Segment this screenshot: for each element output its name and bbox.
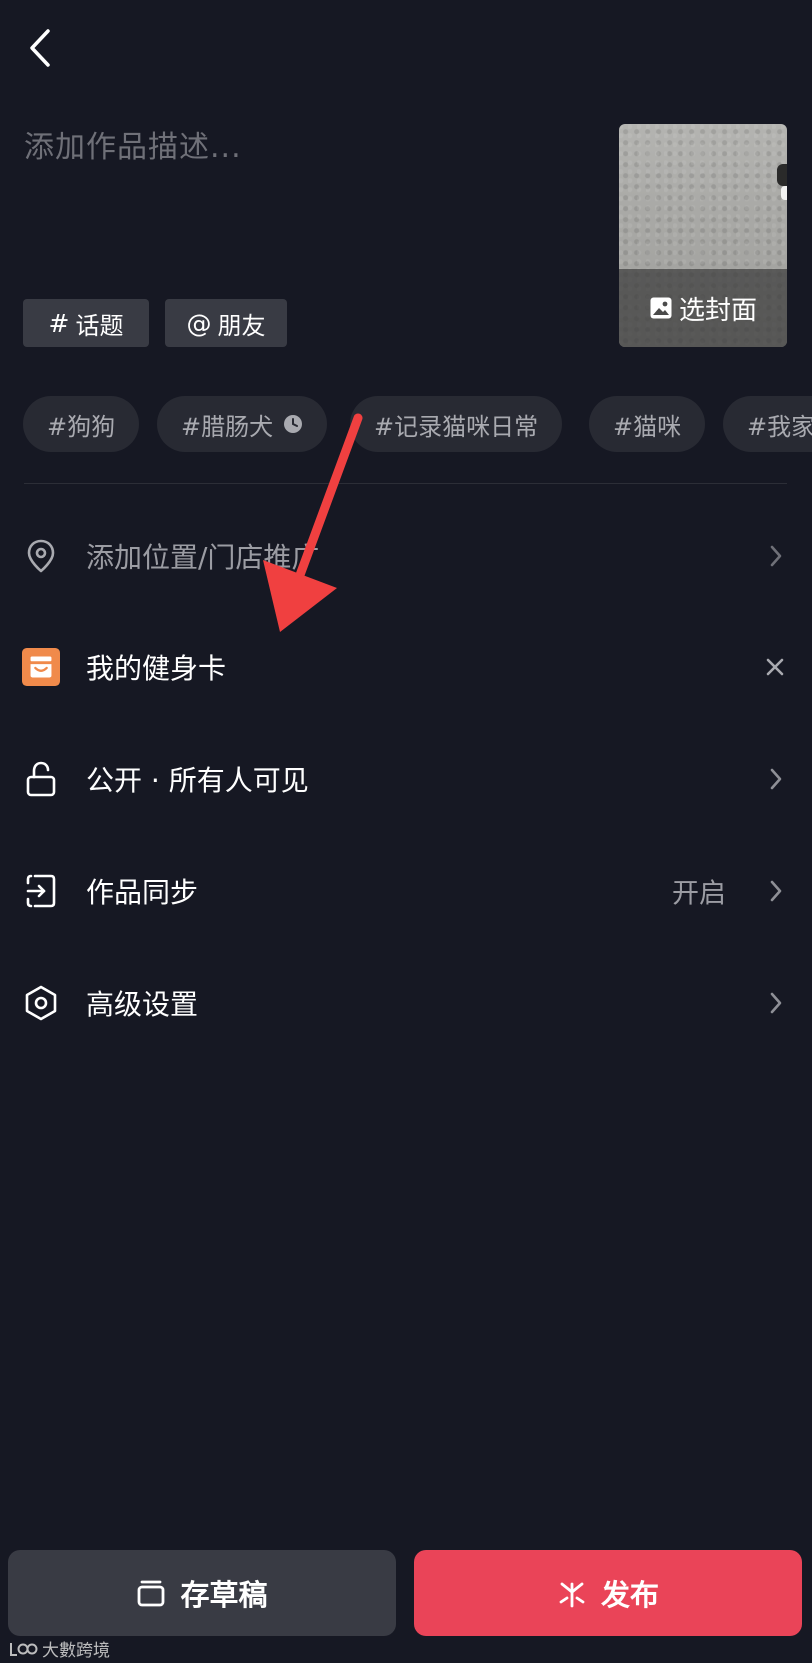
- at-icon: @: [186, 308, 212, 338]
- cover-label: 选封面: [678, 295, 757, 326]
- save-draft-label: 存草稿: [180, 1578, 268, 1612]
- publish-button[interactable]: 发布: [414, 1550, 802, 1636]
- work-sync-row[interactable]: 作品同步 开启: [0, 841, 812, 941]
- hashtag-label: #我家: [747, 412, 812, 441]
- visibility-label: 公开 · 所有人可见: [86, 764, 309, 797]
- save-draft-button[interactable]: 存草稿: [8, 1550, 396, 1636]
- watermark-logo-icon: [10, 1642, 38, 1656]
- advanced-settings-label: 高级设置: [86, 988, 199, 1021]
- description-input[interactable]: 添加作品描述...: [24, 122, 242, 166]
- sparkle-icon: [559, 1582, 585, 1608]
- chevron-right-icon: [766, 765, 786, 793]
- add-topic-label: 话题: [75, 311, 124, 340]
- watermark: 大數跨境: [8, 1636, 110, 1661]
- cover-overlay: 选封面: [619, 269, 787, 347]
- hashtag-suggestion[interactable]: #我家: [723, 396, 812, 452]
- back-button[interactable]: [18, 22, 62, 74]
- clock-icon: [284, 415, 303, 433]
- chevron-left-icon: [30, 29, 50, 67]
- cover-thumbnail-detail: [777, 164, 787, 186]
- divider: [24, 483, 787, 484]
- mention-friend-label: 朋友: [217, 311, 266, 340]
- work-sync-label: 作品同步: [86, 876, 199, 909]
- mention-friend-button[interactable]: @ 朋友: [165, 299, 287, 347]
- hashtag-suggestion[interactable]: #腊肠犬: [157, 396, 328, 452]
- unlock-icon: [22, 760, 60, 798]
- sync-icon: [22, 872, 60, 910]
- location-pin-icon: [22, 537, 60, 575]
- hashtag-label: #记录猫咪日常: [374, 412, 539, 441]
- publish-label: 发布: [600, 1578, 659, 1612]
- close-icon[interactable]: [760, 652, 790, 682]
- hashtag-label: #狗狗: [47, 412, 116, 441]
- fitness-card-label: 我的健身卡: [86, 652, 227, 685]
- hashtag-label: #猫咪: [613, 412, 682, 441]
- hashtag-suggestion[interactable]: #狗狗: [23, 396, 140, 452]
- chevron-right-icon: [766, 877, 786, 905]
- hashtag-suggestion[interactable]: #猫咪: [589, 396, 706, 452]
- drafts-icon: [138, 1580, 165, 1607]
- hexagon-settings-icon: [22, 984, 60, 1022]
- work-sync-status: 开启: [672, 878, 726, 910]
- image-icon: [650, 297, 672, 319]
- chevron-right-icon: [766, 542, 786, 570]
- cover-selector[interactable]: 选封面: [619, 124, 787, 347]
- chevron-right-icon: [766, 989, 786, 1017]
- cover-thumbnail-detail: [781, 186, 787, 200]
- fitness-card-row[interactable]: 我的健身卡: [0, 617, 812, 717]
- advanced-settings-row[interactable]: 高级设置: [0, 953, 812, 1053]
- add-location-label: 添加位置/门店推广: [86, 541, 320, 574]
- store-icon: [22, 648, 60, 686]
- watermark-text: 大數跨境: [42, 1641, 110, 1661]
- add-location-row[interactable]: 添加位置/门店推广: [0, 506, 812, 606]
- hashtag-suggestion[interactable]: #记录猫咪日常: [350, 396, 563, 452]
- hashtag-icon: #: [48, 308, 70, 338]
- visibility-row[interactable]: 公开 · 所有人可见: [0, 729, 812, 829]
- hashtag-label: #腊肠犬: [181, 412, 274, 441]
- add-topic-button[interactable]: # 话题: [23, 299, 149, 347]
